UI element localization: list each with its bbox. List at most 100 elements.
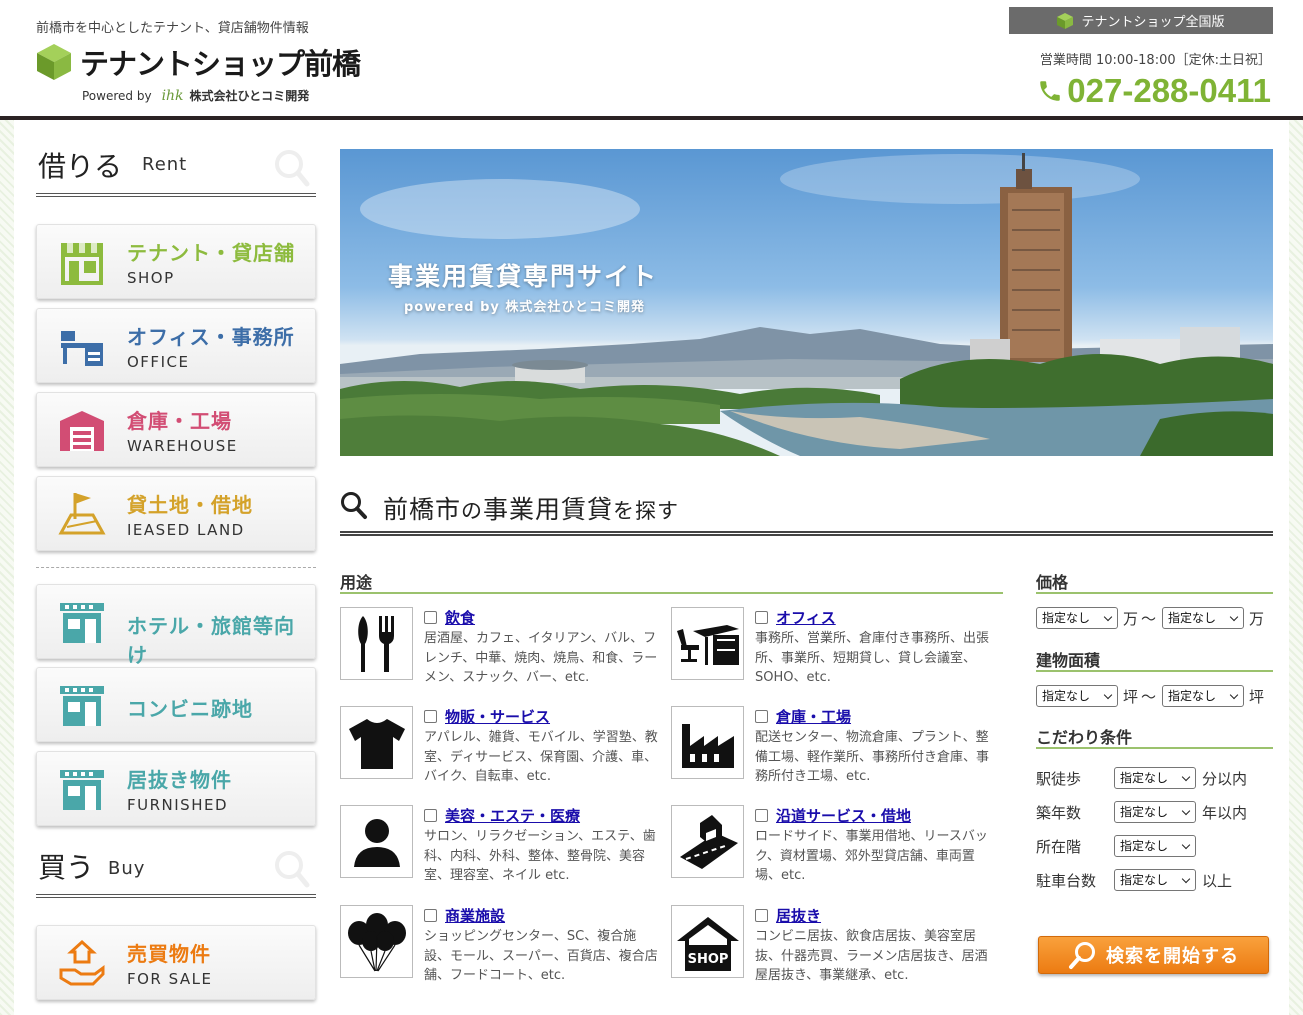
sidebar-item-office[interactable]: オフィス・事務所 OFFICE bbox=[36, 308, 316, 383]
conditions-label: こだわり条件 bbox=[1036, 724, 1273, 749]
cube-icon bbox=[1057, 12, 1074, 29]
use-item-commercial: 商業施設 ショッピングセンター、SC、複合施設、モール、スーパー、百貨店、複合店… bbox=[340, 905, 670, 995]
use-checkbox-retail[interactable] bbox=[424, 710, 437, 723]
sidebar-divider bbox=[36, 567, 316, 568]
search-icon bbox=[341, 492, 367, 519]
sidebar-item-hotel[interactable]: ホテル・旅館等向け bbox=[36, 584, 316, 667]
use-description: コンビニ居抜、飲食店居抜、美容室居抜、什器売買、ラーメン店居抜き、居酒屋居抜き、… bbox=[755, 929, 988, 983]
rent-heading-text: 借りる bbox=[38, 150, 123, 183]
sidebar-item-label: 倉庫・工場 bbox=[127, 409, 232, 433]
floor-label: 所在階 bbox=[1036, 838, 1082, 856]
area-unit-min: 坪 bbox=[1123, 688, 1139, 706]
sidebar-item-en: WAREHOUSE bbox=[127, 437, 238, 455]
buy-heading-text: 買う bbox=[38, 851, 95, 884]
sidebar-item-label: コンビニ跡地 bbox=[127, 697, 253, 721]
shop-house-icon: SHOP bbox=[676, 916, 739, 971]
use-item-warehouse: 倉庫・工場 配送センター、物流倉庫、プラント、整備工場、軽作業所、事務所付き倉庫… bbox=[671, 706, 1001, 796]
search-decor-icon bbox=[275, 851, 310, 888]
company-mark: ihk bbox=[161, 87, 184, 104]
use-icon-box bbox=[340, 805, 413, 878]
site-logo[interactable]: テナントショップ前橋 bbox=[36, 42, 361, 82]
use-link-commercial[interactable]: 商業施設 bbox=[445, 905, 505, 926]
hero-title: 事業用賃貸専門サイト bbox=[388, 262, 659, 291]
use-link-roadside[interactable]: 沿道サービス・借地 bbox=[776, 805, 911, 826]
sidebar-item-for-sale[interactable]: 売買物件 FOR SALE bbox=[36, 925, 316, 1000]
use-section-label: 用途 bbox=[340, 569, 1003, 594]
sidebar-item-label: 貸土地・借地 bbox=[127, 493, 253, 517]
parking-unit: 以上 bbox=[1202, 872, 1233, 890]
logo-text: テナントショップ前橋 bbox=[80, 47, 361, 81]
price-max-select[interactable]: 指定なし bbox=[1162, 607, 1244, 629]
use-checkbox-beauty[interactable] bbox=[424, 809, 437, 822]
use-item-office: オフィス 事務所、営業所、倉庫付き事務所、出張所、事業所、短期貸し、貸し会議室、… bbox=[671, 607, 1001, 697]
national-site-button[interactable]: テナントショップ全国版 bbox=[1009, 7, 1273, 34]
sidebar-item-shop[interactable]: テナント・貸店舗 SHOP bbox=[36, 224, 316, 299]
station-walk-select[interactable]: 指定なし bbox=[1114, 767, 1196, 789]
area-min-select[interactable]: 指定なし bbox=[1036, 685, 1118, 707]
use-checkbox-furnished[interactable] bbox=[755, 909, 768, 922]
use-icon-box bbox=[340, 706, 413, 779]
use-checkbox-commercial[interactable] bbox=[424, 909, 437, 922]
sidebar-item-land[interactable]: 貸土地・借地 IEASED LAND bbox=[36, 476, 316, 551]
price-unit-min: 万 bbox=[1123, 610, 1139, 628]
svg-text:SHOP: SHOP bbox=[687, 952, 728, 967]
sidebar-item-en: FURNISHED bbox=[127, 796, 229, 814]
use-link-warehouse[interactable]: 倉庫・工場 bbox=[776, 706, 851, 727]
site-header: 前橋市を中心としたテナント、貸店舗物件情報 テナントショップ前橋 Powered… bbox=[0, 0, 1303, 116]
floor-select[interactable]: 指定なし bbox=[1114, 835, 1196, 857]
parking-select[interactable]: 指定なし bbox=[1114, 869, 1196, 891]
warehouse-icon bbox=[60, 411, 104, 451]
company-name: 株式会社ひとコミ開発 bbox=[189, 89, 310, 103]
use-icon-box bbox=[340, 607, 413, 680]
sidebar-item-label: 居抜き物件 bbox=[127, 768, 232, 792]
use-description: サロン、リラクゼーション、エステ、歯科、内科、外科、整体、整骨院、美容室、理容室… bbox=[424, 829, 656, 883]
use-link-office[interactable]: オフィス bbox=[776, 607, 836, 628]
powered-by-label: Powered by bbox=[82, 88, 152, 103]
use-item-beauty: 美容・エステ・医療 サロン、リラクゼーション、エステ、歯科、内科、外科、整体、整… bbox=[340, 805, 670, 895]
hero-subtitle: powered by 株式会社ひとコミ開発 bbox=[404, 300, 646, 315]
price-unit-max: 万 bbox=[1249, 610, 1265, 628]
use-checkbox-food[interactable] bbox=[424, 611, 437, 624]
search-decor-icon bbox=[275, 150, 310, 187]
sidebar-item-warehouse[interactable]: 倉庫・工場 WAREHOUSE bbox=[36, 392, 316, 467]
use-link-food[interactable]: 飲食 bbox=[445, 607, 475, 628]
area-max-select[interactable]: 指定なし bbox=[1162, 685, 1244, 707]
area-tilde: ～ bbox=[1141, 688, 1157, 706]
building-age-select[interactable]: 指定なし bbox=[1114, 801, 1196, 823]
powered-by: Powered by ihk 株式会社ひとコミ開発 bbox=[82, 87, 309, 104]
search-icon bbox=[1069, 942, 1095, 969]
use-item-retail: 物販・サービス アパレル、雑貨、モバイル、学習塾、教室、ディサービス、保育園、介… bbox=[340, 706, 670, 796]
price-min-select[interactable]: 指定なし bbox=[1036, 607, 1118, 629]
header-border bbox=[0, 116, 1303, 120]
use-description: アパレル、雑貨、モバイル、学習塾、教室、ディサービス、保育園、介護、車、バイク、… bbox=[424, 730, 658, 784]
person-icon bbox=[353, 818, 400, 867]
use-checkbox-warehouse[interactable] bbox=[755, 710, 768, 723]
use-checkbox-office[interactable] bbox=[755, 611, 768, 624]
logo-cube-icon bbox=[37, 44, 71, 80]
office-icon bbox=[61, 331, 103, 366]
use-item-furnished: SHOP 居抜き コンビニ居抜、飲食店居抜、美容室居抜、什器売買、ラーメン店居抜… bbox=[671, 905, 1001, 995]
sidebar-item-furnished[interactable]: 居抜き物件 FURNISHED bbox=[36, 751, 316, 826]
use-icon-box: SHOP bbox=[671, 905, 744, 978]
use-description: 事務所、営業所、倉庫付き事務所、出張所、事業所、短期貸し、貸し会議室、SOHO、… bbox=[755, 631, 990, 685]
buy-heading-en: Buy bbox=[108, 858, 146, 879]
use-link-beauty[interactable]: 美容・エステ・医療 bbox=[445, 805, 580, 826]
parking-label: 駐車台数 bbox=[1036, 872, 1097, 890]
area-label: 建物面積 bbox=[1036, 647, 1273, 672]
start-search-label: 検索を開始する bbox=[1106, 946, 1239, 967]
price-label: 価格 bbox=[1036, 569, 1273, 594]
use-link-retail[interactable]: 物販・サービス bbox=[445, 706, 550, 727]
sidebar-item-convenience-store[interactable]: コンビニ跡地 bbox=[36, 667, 316, 742]
building-age-label: 築年数 bbox=[1036, 804, 1082, 822]
station-walk-label: 駅徒歩 bbox=[1036, 770, 1082, 788]
search-section-title: 前橋市の事業用賃貸を探す bbox=[340, 486, 1273, 536]
phone-number[interactable]: 027-288-0411 bbox=[1037, 72, 1271, 110]
background-stripe-left bbox=[0, 120, 14, 1015]
fork-knife-icon bbox=[357, 615, 394, 672]
use-checkbox-roadside[interactable] bbox=[755, 809, 768, 822]
use-link-furnished[interactable]: 居抜き bbox=[776, 905, 821, 926]
tshirt-icon bbox=[348, 718, 405, 769]
site-tagline: 前橋市を中心としたテナント、貸店舗物件情報 bbox=[36, 21, 309, 36]
start-search-button[interactable]: 検索を開始する bbox=[1038, 936, 1269, 974]
search-title-text: 前橋市の事業用賃貸を探す bbox=[383, 495, 680, 524]
